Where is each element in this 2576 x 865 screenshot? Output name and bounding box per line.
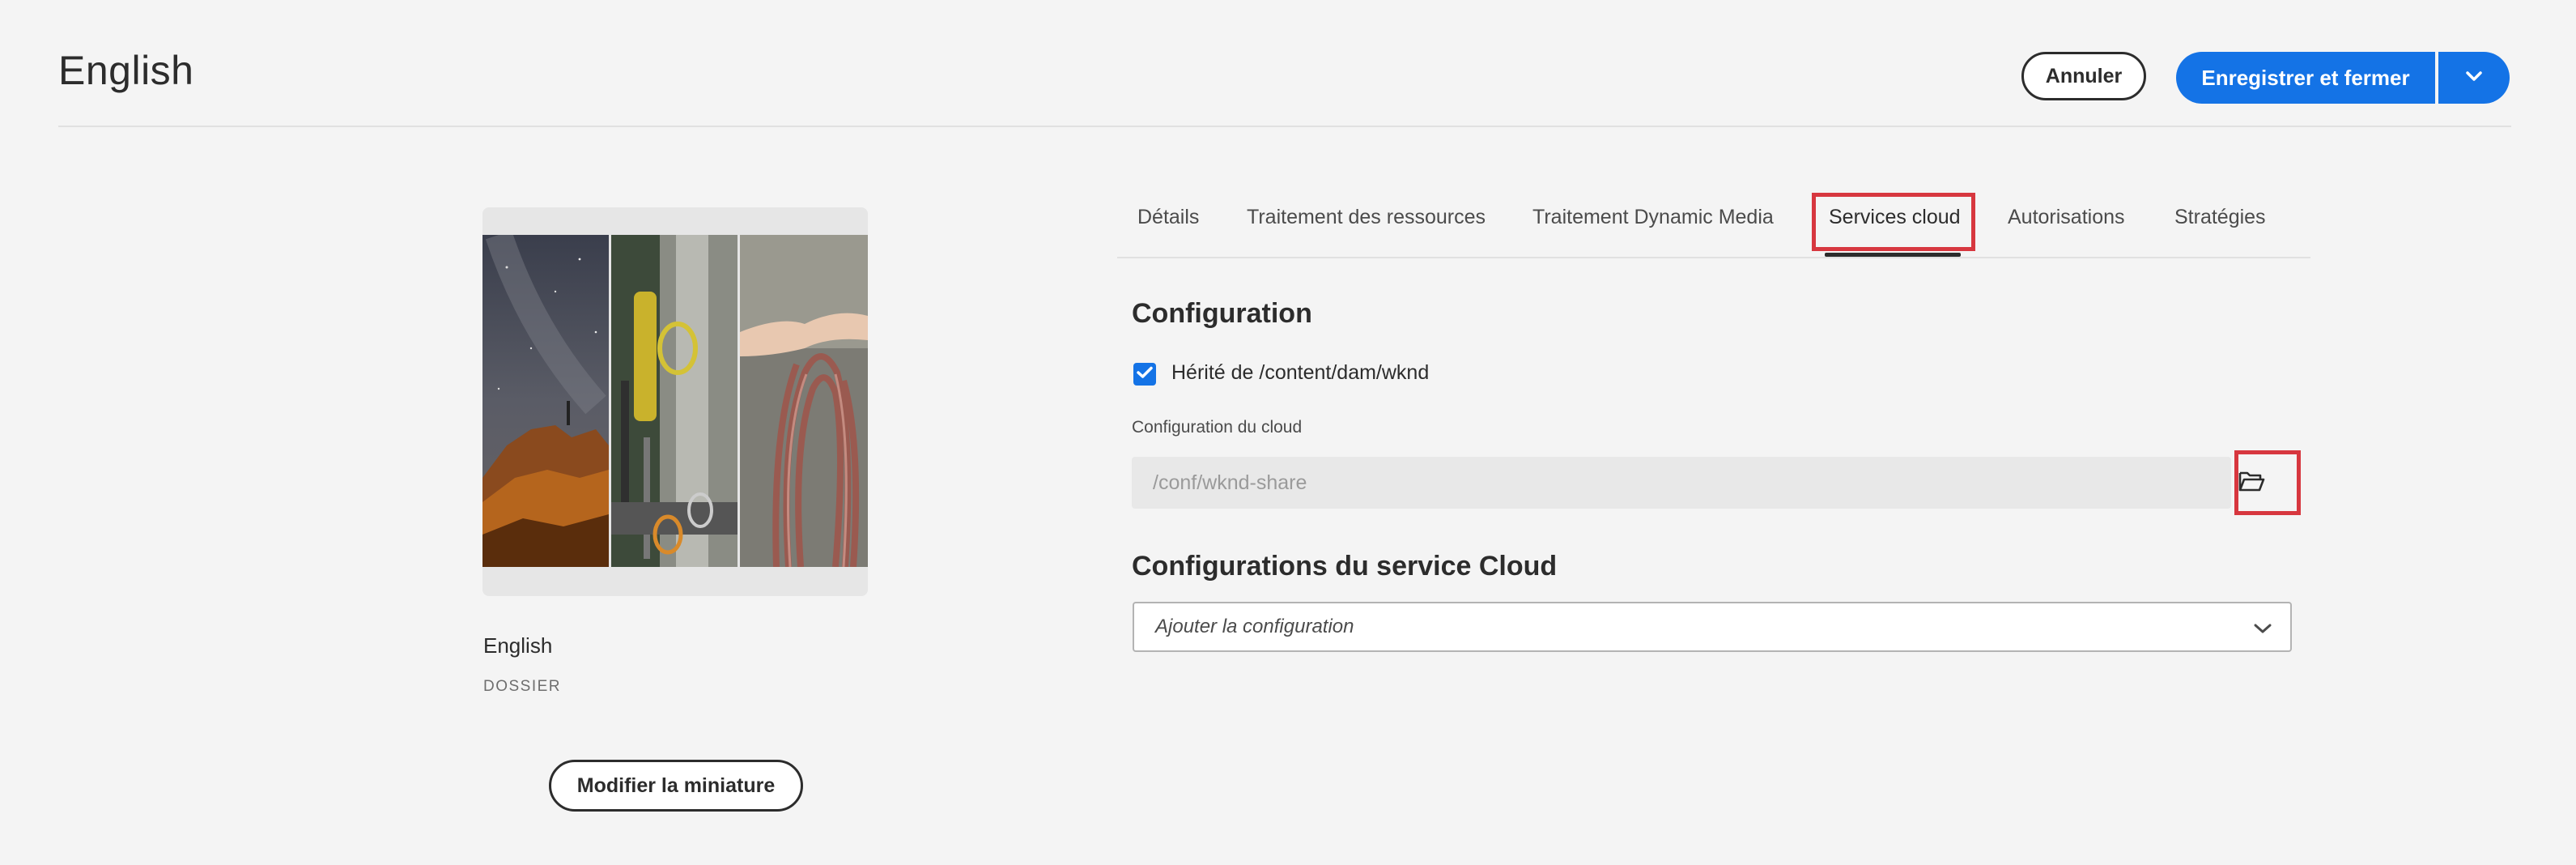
tab-asset-processing[interactable]: Traitement des ressources bbox=[1247, 206, 1486, 229]
highlight-box-browse-button bbox=[2234, 450, 2301, 515]
thumbnail-panel-night-sky bbox=[482, 235, 609, 567]
cloud-config-value: /conf/wknd-share bbox=[1153, 471, 1307, 494]
save-options-dropdown[interactable] bbox=[2438, 52, 2510, 104]
edit-thumbnail-button[interactable]: Modifier la miniature bbox=[549, 760, 803, 812]
tab-dynamic-media-processing[interactable]: Traitement Dynamic Media bbox=[1532, 206, 1774, 229]
save-and-close-button[interactable]: Enregistrer et fermer bbox=[2176, 52, 2435, 104]
cloud-services-heading: Configurations du service Cloud bbox=[1132, 551, 1558, 582]
thumbnail-panel-climbing-gear bbox=[611, 235, 738, 567]
thumbnail-panel-rope bbox=[740, 235, 868, 567]
tab-policies[interactable]: Stratégies bbox=[2174, 206, 2266, 229]
folder-thumbnail-image bbox=[482, 235, 868, 567]
cloud-config-input: /conf/wknd-share bbox=[1132, 457, 2231, 509]
active-tab-indicator bbox=[1825, 253, 1961, 257]
chevron-down-icon bbox=[2465, 70, 2483, 86]
cloud-config-label: Configuration du cloud bbox=[1132, 418, 1303, 437]
folder-name: English bbox=[483, 633, 553, 658]
inherit-checkbox[interactable] bbox=[1133, 363, 1156, 386]
header-divider bbox=[58, 126, 2511, 127]
highlight-box-cloud-services-tab bbox=[1812, 193, 1975, 251]
checkmark-icon bbox=[1137, 366, 1153, 383]
add-configuration-select[interactable]: Ajouter la configuration bbox=[1133, 602, 2292, 652]
tabs-divider bbox=[1117, 257, 2310, 258]
configuration-heading: Configuration bbox=[1132, 298, 1312, 329]
chevron-down-icon bbox=[2253, 618, 2272, 641]
tab-permissions[interactable]: Autorisations bbox=[2008, 206, 2125, 229]
page-title: English bbox=[58, 48, 194, 93]
thumbnail-card bbox=[482, 207, 868, 596]
add-configuration-placeholder: Ajouter la configuration bbox=[1155, 616, 1354, 637]
properties-tabs: Détails Traitement des ressources Traite… bbox=[1117, 191, 2310, 258]
tab-details[interactable]: Détails bbox=[1137, 206, 1199, 229]
folder-type: DOSSIER bbox=[483, 678, 562, 695]
inherit-label: Hérité de /content/dam/wknd bbox=[1171, 361, 1430, 384]
cancel-button[interactable]: Annuler bbox=[2021, 52, 2146, 100]
